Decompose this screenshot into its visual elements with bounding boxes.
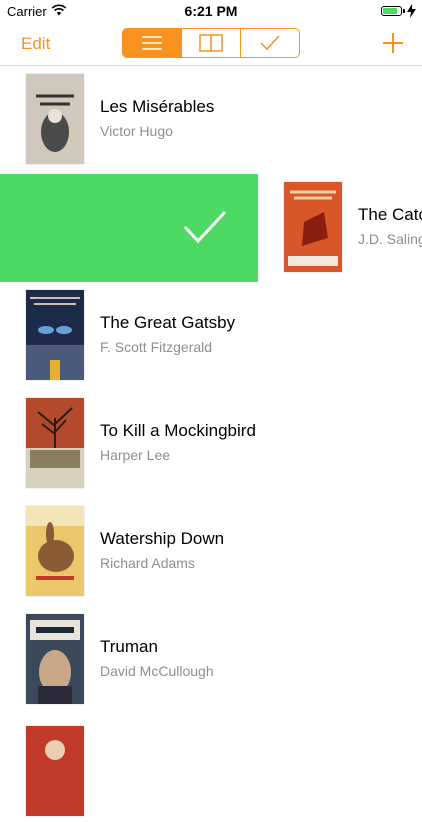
list-item[interactable]: The Great Gatsby F. Scott Fitzgerald [0, 282, 422, 390]
book-title: Truman [100, 637, 158, 656]
list-item[interactable]: Les Misérables Victor Hugo [0, 66, 422, 174]
columns-icon [199, 34, 223, 52]
book-cover-to-kill-a-mockingbird [26, 398, 84, 488]
edit-button[interactable]: Edit [21, 34, 50, 54]
mark-read-swipe-action[interactable] [0, 174, 258, 282]
battery-icon [381, 6, 405, 16]
book-author: Richard Adams [100, 555, 195, 571]
book-title: Watership Down [100, 529, 225, 548]
checkmark-icon [183, 210, 227, 244]
book-cover-catcher-in-the-rye [284, 182, 342, 272]
book-cover-watership-down [26, 506, 84, 596]
list-item[interactable]: Truman David McCullough [0, 606, 422, 714]
checkmark-icon [260, 35, 280, 51]
navigation-bar: Edit [0, 22, 422, 66]
status-time: 6:21 PM [184, 3, 238, 19]
charging-icon [407, 4, 416, 18]
list-view-segment[interactable] [123, 29, 181, 57]
book-author: David McCullough [100, 663, 214, 679]
list-item[interactable] [0, 714, 422, 822]
book-cover-great-gatsby [26, 290, 84, 380]
book-author: Harper Lee [100, 447, 171, 463]
status-bar: Carrier 6:21 PM [0, 0, 422, 22]
book-author: F. Scott Fitzgerald [100, 339, 213, 355]
list-item-swiped[interactable]: The Catcher in the Rye J.D. Salinger [258, 174, 422, 282]
book-author: Victor Hugo [100, 123, 173, 139]
list-icon [142, 36, 162, 50]
columns-view-segment[interactable] [181, 29, 240, 57]
book-cover-truman [26, 614, 84, 704]
book-title: To Kill a Mockingbird [100, 421, 256, 440]
view-mode-segmented-control[interactable] [122, 28, 300, 58]
list-item[interactable]: Watership Down Richard Adams [0, 498, 422, 606]
book-title: The Great Gatsby [100, 313, 236, 332]
list-item[interactable]: To Kill a Mockingbird Harper Lee [0, 390, 422, 498]
book-cover [26, 726, 84, 816]
book-author: J.D. Salinger [358, 231, 422, 247]
book-cover-les-miserables [26, 74, 84, 164]
completed-view-segment[interactable] [240, 29, 299, 57]
book-title: The Catcher in the Rye [358, 205, 422, 224]
add-book-button[interactable] [382, 32, 404, 54]
book-title: Les Misérables [100, 97, 215, 116]
